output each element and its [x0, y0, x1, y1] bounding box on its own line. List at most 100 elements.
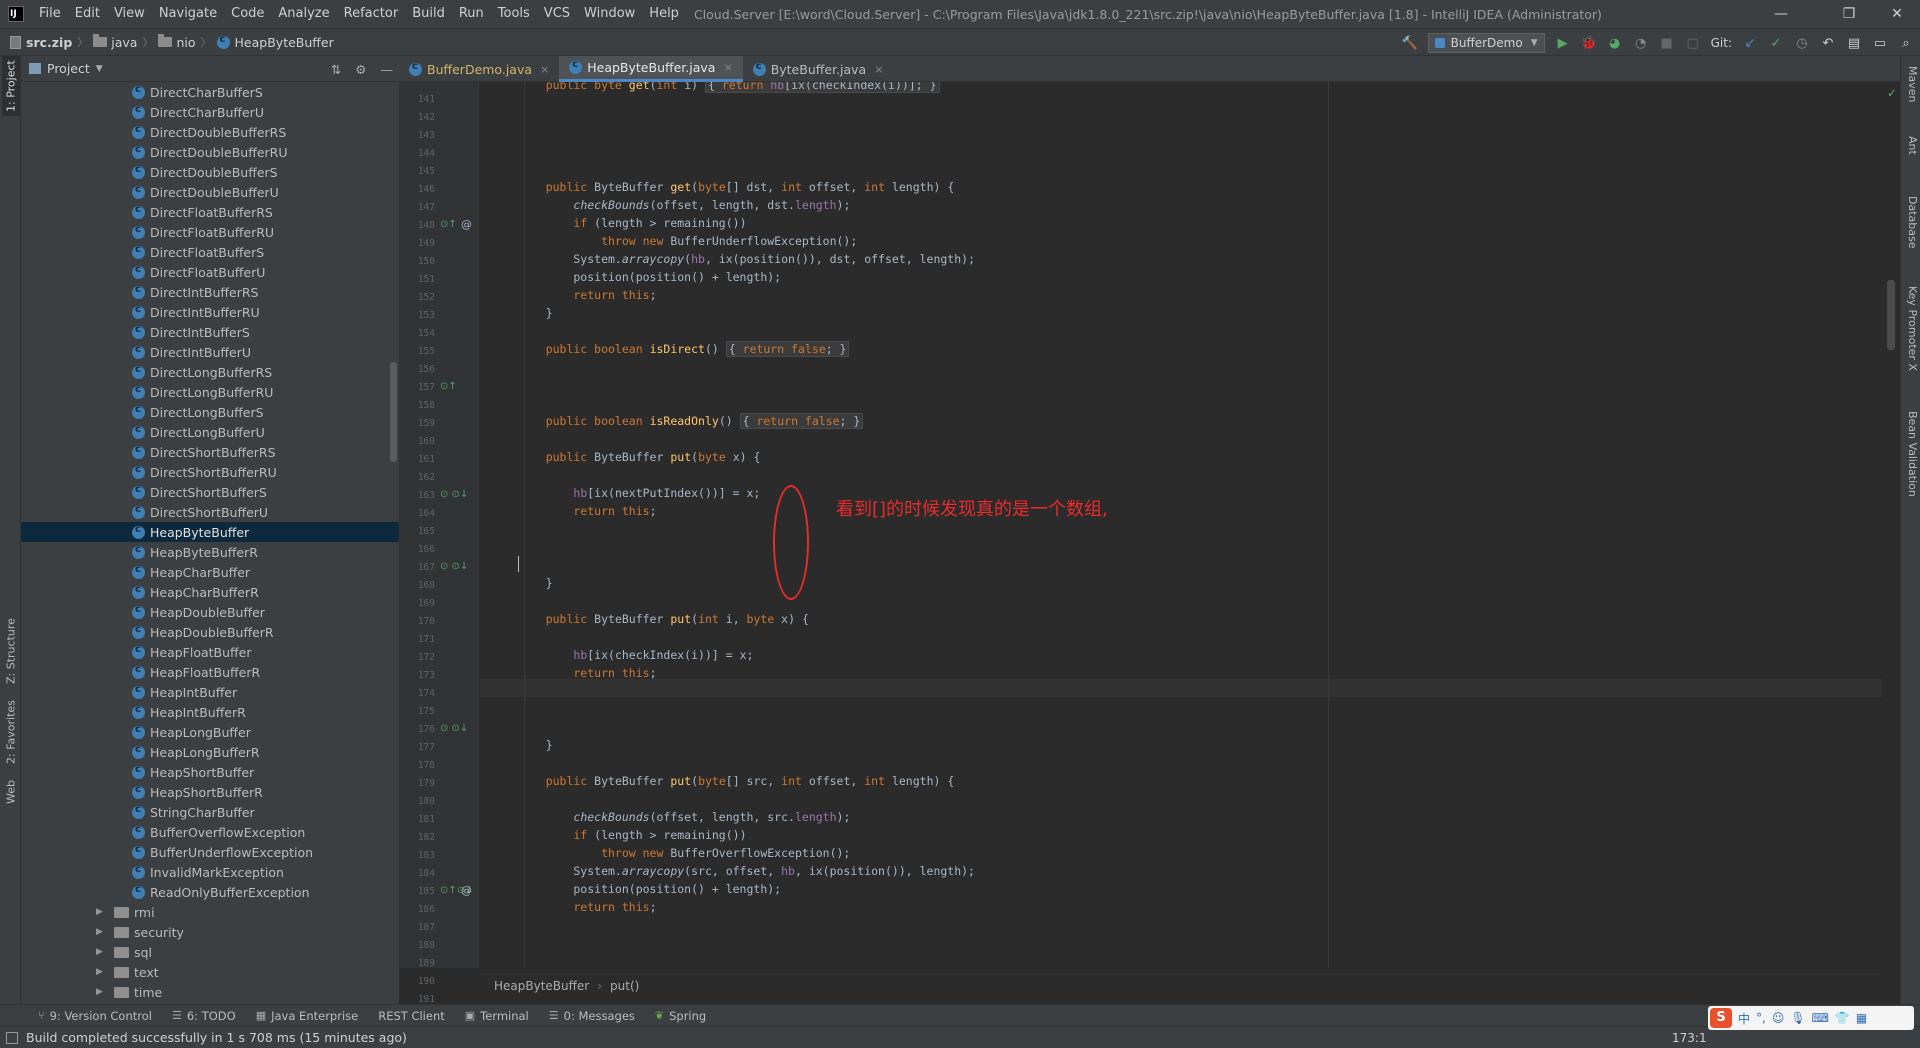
menu-tools[interactable]: Tools — [491, 0, 537, 28]
debug-icon[interactable]: 🐞 — [1581, 35, 1597, 51]
git-update-icon[interactable]: ↙ — [1742, 35, 1758, 51]
code-editor[interactable]: public byte get(int i) { return hb[ix(ch… — [480, 82, 1882, 968]
expand-arrow-icon[interactable]: ▶ — [96, 987, 108, 997]
tool-todo[interactable]: ☰ 6: TODO — [164, 1009, 244, 1023]
breadcrumb-heapbytebuffer[interactable]: HeapByteBuffer — [216, 34, 334, 50]
menu-analyze[interactable]: Analyze — [271, 0, 336, 28]
breadcrumb-class[interactable]: HeapByteBuffer — [494, 979, 589, 993]
microphone-icon[interactable]: 🎙 — [1790, 1011, 1805, 1025]
tree-item-class[interactable]: BufferUnderflowException — [21, 842, 399, 862]
ime-chinese-mode[interactable]: 中 — [1738, 1010, 1750, 1027]
hide-panel-icon[interactable]: — — [381, 62, 394, 77]
project-structure-icon[interactable]: ▤ — [1846, 35, 1862, 51]
tab-web[interactable]: Web — [2, 772, 20, 812]
stop-icon[interactable]: ■ — [1659, 35, 1675, 51]
tool-version-control[interactable]: ⑂ 9: Version Control — [30, 1009, 160, 1023]
tree-item-package[interactable]: ▶ text — [21, 962, 399, 982]
close-tab-icon[interactable]: × — [540, 63, 549, 76]
git-rollback-icon[interactable]: ↶ — [1820, 35, 1836, 51]
tree-item-class[interactable]: HeapFloatBufferR — [21, 662, 399, 682]
breadcrumb-method[interactable]: put() — [610, 979, 639, 993]
close-tab-icon[interactable]: × — [874, 63, 883, 76]
tree-item-class[interactable]: HeapLongBufferR — [21, 742, 399, 762]
menu-edit[interactable]: Edit — [68, 0, 107, 28]
annotation-marker-icon[interactable]: @ — [461, 884, 472, 897]
tool-messages[interactable]: ☰ 0: Messages — [541, 1009, 643, 1023]
tab-database[interactable]: Database — [1903, 196, 1919, 249]
tree-scrollbar[interactable] — [390, 362, 397, 462]
collapse-all-icon[interactable]: ⇅ — [331, 62, 341, 77]
tree-item-class[interactable]: DirectIntBufferRS — [21, 282, 399, 302]
menu-run[interactable]: Run — [452, 0, 491, 28]
breadcrumb-src-zip[interactable]: src.zip — [26, 35, 72, 50]
tool-java-enterprise[interactable]: ▦ Java Enterprise — [248, 1009, 367, 1023]
tree-item-class[interactable]: HeapCharBuffer — [21, 562, 399, 582]
tree-item-class[interactable]: HeapDoubleBuffer — [21, 602, 399, 622]
menu-build[interactable]: Build — [405, 0, 452, 28]
override-marker-icon[interactable]: ⊙ ⊙↓ — [440, 561, 468, 572]
tree-item-class[interactable]: BufferOverflowException — [21, 822, 399, 842]
tool-rest-client[interactable]: REST Client — [370, 1009, 453, 1023]
profile-icon[interactable]: ◔ — [1633, 35, 1649, 51]
run-configuration-select[interactable]: BufferDemo ▼ — [1427, 33, 1545, 53]
tree-item-class[interactable]: HeapFloatBuffer — [21, 642, 399, 662]
minimize-button[interactable]: — — [1758, 0, 1804, 28]
tree-item-class[interactable]: HeapIntBuffer — [21, 682, 399, 702]
git-history-icon[interactable]: ◷ — [1794, 35, 1810, 51]
restore-button[interactable]: ❐ — [1826, 0, 1872, 28]
search-icon[interactable]: ⌕ — [1898, 35, 1914, 51]
tree-item-class[interactable]: DirectFloatBufferS — [21, 242, 399, 262]
annotation-marker-icon[interactable]: @ — [461, 218, 472, 231]
tree-item-class[interactable]: DirectIntBufferRU — [21, 302, 399, 322]
tab-ant[interactable]: Ant — [1903, 136, 1919, 155]
tab-bean-validation[interactable]: Bean Validation — [1903, 411, 1919, 497]
tree-item-class[interactable]: DirectLongBufferRU — [21, 382, 399, 402]
tool-windows-toggle-icon[interactable] — [6, 1032, 18, 1044]
dropdown-arrow-icon[interactable]: ▼ — [96, 64, 103, 74]
expand-arrow-icon[interactable]: ▶ — [96, 947, 108, 957]
close-tab-icon[interactable]: × — [723, 61, 732, 74]
tab-bufferdemo[interactable]: BufferDemo.java × — [399, 56, 559, 82]
tree-item-class[interactable]: DirectCharBufferS — [21, 82, 399, 102]
menu-file[interactable]: File — [32, 0, 68, 28]
expand-arrow-icon[interactable]: ▶ — [96, 927, 108, 937]
editor-scrollbar[interactable] — [1887, 280, 1895, 350]
gear-icon[interactable]: ⚙ — [355, 62, 366, 77]
tree-item-class[interactable]: DirectIntBufferU — [21, 342, 399, 362]
menu-view[interactable]: View — [107, 0, 152, 28]
tree-item-package[interactable]: ▶ time — [21, 982, 399, 1002]
tree-item-package[interactable]: ▶ sql — [21, 942, 399, 962]
menu-window[interactable]: Window — [577, 0, 642, 28]
tree-item-class[interactable]: HeapByteBufferR — [21, 542, 399, 562]
tab-structure[interactable]: Z: Structure — [2, 611, 20, 691]
tree-item-class[interactable]: HeapByteBuffer — [21, 522, 399, 542]
skin-icon[interactable]: 👕 — [1835, 1011, 1850, 1025]
breadcrumb-java[interactable]: java — [93, 34, 137, 50]
tab-maven[interactable]: Maven — [1903, 66, 1919, 102]
tree-item-class[interactable]: ReadOnlyBufferException — [21, 882, 399, 902]
tree-item-class[interactable]: HeapShortBufferR — [21, 782, 399, 802]
status-message[interactable]: Build completed successfully in 1 s 708 … — [26, 1030, 407, 1045]
menu-code[interactable]: Code — [224, 0, 271, 28]
tree-item-class[interactable]: DirectShortBufferU — [21, 502, 399, 522]
tree-item-class[interactable]: DirectFloatBufferRU — [21, 222, 399, 242]
tree-item-class[interactable]: DirectLongBufferS — [21, 402, 399, 422]
tree-item-class[interactable]: DirectLongBufferU — [21, 422, 399, 442]
tree-item-class[interactable]: DirectShortBufferRS — [21, 442, 399, 462]
tab-key-promoter[interactable]: Key Promoter X — [1903, 286, 1919, 371]
tree-item-class[interactable]: DirectDoubleBufferS — [21, 162, 399, 182]
tree-item-class[interactable]: DirectCharBufferU — [21, 102, 399, 122]
tool-spring[interactable]: ❦ Spring — [647, 1009, 714, 1023]
tree-item-class[interactable]: HeapCharBufferR — [21, 582, 399, 602]
tree-item-class[interactable]: DirectDoubleBufferRU — [21, 142, 399, 162]
tab-heapbytebuffer[interactable]: HeapByteBuffer.java × — [559, 56, 743, 82]
override-marker-icon[interactable]: ⊙↑ — [440, 381, 457, 392]
tree-item-class[interactable]: DirectFloatBufferU — [21, 262, 399, 282]
sogou-ime-logo[interactable]: S — [1710, 1008, 1732, 1028]
tree-item-class[interactable]: DirectDoubleBufferU — [21, 182, 399, 202]
menu-help[interactable]: Help — [642, 0, 686, 28]
tree-item-class[interactable]: DirectDoubleBufferRS — [21, 122, 399, 142]
tree-item-class[interactable]: DirectShortBufferRU — [21, 462, 399, 482]
tab-bytebuffer[interactable]: ByteBuffer.java × — [743, 56, 894, 82]
keyboard-icon[interactable]: ⌨ — [1812, 1011, 1829, 1025]
